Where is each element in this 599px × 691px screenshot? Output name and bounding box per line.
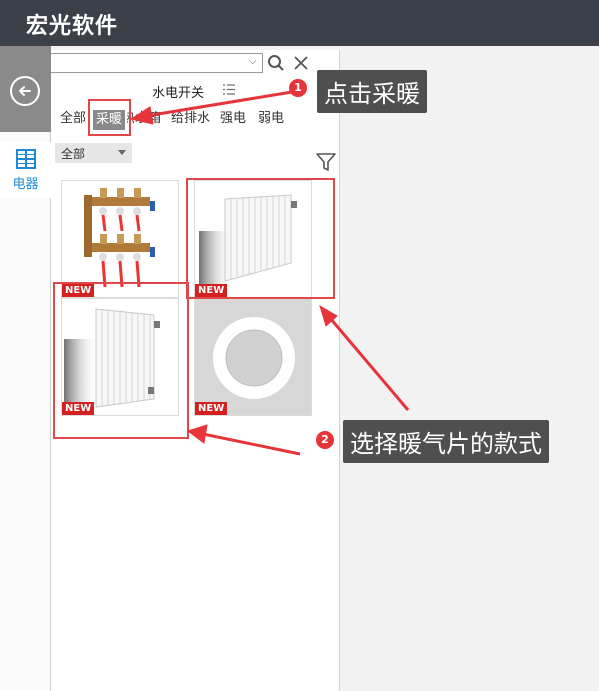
highlight-heating-tab [88, 99, 131, 136]
product-card-manifold[interactable]: NEW [61, 180, 179, 298]
left-rail: 电器 [0, 46, 51, 691]
highlight-radiator-1 [186, 178, 335, 299]
annotation-badge-2: 2 [316, 431, 334, 449]
rail-item-label: 电器 [12, 177, 39, 192]
app-title: 宏光软件 [26, 14, 119, 39]
annotation-label-2: 选择暖气片的款式 [343, 420, 549, 463]
grid-icon [16, 149, 36, 169]
back-button[interactable] [10, 76, 40, 106]
rail-item-electrical[interactable]: 电器 [0, 142, 51, 198]
category-title: 水电开关 [152, 86, 205, 101]
highlight-radiator-2 [53, 282, 189, 439]
list-icon[interactable] [223, 84, 235, 95]
tab-all[interactable]: 全部 [60, 110, 86, 128]
close-icon[interactable] [293, 55, 309, 71]
filter-select-value: 全部 [61, 147, 86, 161]
manifold-valve-image [84, 188, 155, 288]
filter-select[interactable]: 全部 [55, 143, 132, 163]
search-icon[interactable] [267, 54, 285, 72]
title-bar: 宏光软件 [0, 0, 599, 46]
tab-strong-current[interactable]: 强电 [220, 110, 246, 128]
chevron-down-icon[interactable]: ⌵ [249, 56, 257, 67]
tab-weak-current[interactable]: 弱电 [258, 110, 284, 128]
search-input[interactable] [51, 53, 263, 73]
tab-water-heater[interactable]: 热水箱 [127, 110, 161, 128]
annotation-badge-1: 1 [289, 79, 307, 97]
ring-image [213, 317, 295, 399]
filter-funnel-icon[interactable] [316, 153, 336, 172]
new-badge: NEW [195, 402, 228, 415]
chevron-down-icon [118, 150, 126, 155]
back-arrow-icon [19, 86, 31, 96]
product-card-ring[interactable]: NEW [194, 298, 312, 416]
annotation-label-1: 点击采暖 [317, 70, 427, 113]
rail-top [0, 46, 51, 132]
tab-plumbing[interactable]: 给排水 [171, 110, 210, 128]
